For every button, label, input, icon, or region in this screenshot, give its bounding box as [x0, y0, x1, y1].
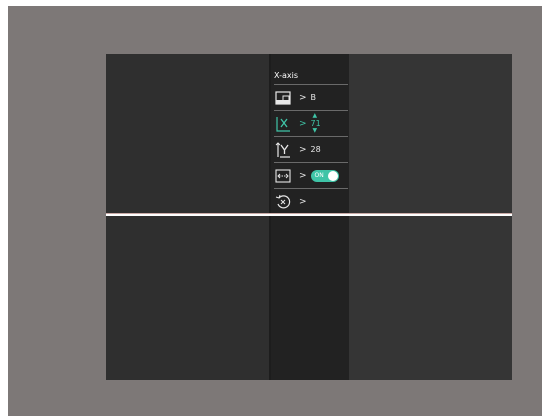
toggle-knob [327, 170, 338, 181]
thermal-viewport: X-axis > B > ▲ 71 ▼ > 28 > ON > [106, 54, 512, 380]
screen-mode-icon [274, 90, 292, 106]
vertical-axis-line [269, 54, 271, 380]
reset-icon [274, 194, 292, 210]
reset-arrow: > [299, 196, 307, 207]
menu-item-reset[interactable]: > [274, 188, 348, 214]
y-axis-icon [274, 141, 292, 158]
menu-item-x-axis[interactable]: > ▲ 71 ▼ [274, 110, 348, 136]
horizontal-arrows-icon [274, 168, 292, 184]
y-axis-arrow: > [299, 144, 307, 155]
menu-item-mode[interactable]: > B [274, 84, 348, 110]
mode-arrow: > [299, 92, 307, 103]
stepper-down-icon[interactable]: ▼ [313, 127, 318, 134]
menu-title: X-axis [274, 71, 298, 80]
x-axis-icon [274, 116, 292, 132]
menu-item-y-axis[interactable]: > 28 [274, 136, 348, 162]
x-axis-stepper[interactable]: ▲ 71 ▼ [311, 112, 323, 135]
frame-left-border [0, 0, 8, 416]
horizontal-arrow: > [299, 170, 307, 181]
horizontal-toggle[interactable]: ON [310, 169, 339, 182]
toggle-label: ON [314, 171, 324, 179]
menu-item-horizontal[interactable]: > ON [274, 162, 348, 188]
frame-right-border [542, 0, 548, 416]
y-axis-value: 28 [310, 145, 321, 154]
x-axis-arrow: > [299, 118, 307, 129]
frame-top-border [0, 0, 548, 6]
mode-value: B [310, 93, 317, 102]
viewport-left-area [106, 54, 269, 380]
x-axis-menu: X-axis > B > ▲ 71 ▼ > 28 > ON > [274, 68, 348, 214]
stepper-up-icon[interactable]: ▲ [313, 112, 318, 119]
horizontal-crosshair-line [106, 213, 512, 216]
